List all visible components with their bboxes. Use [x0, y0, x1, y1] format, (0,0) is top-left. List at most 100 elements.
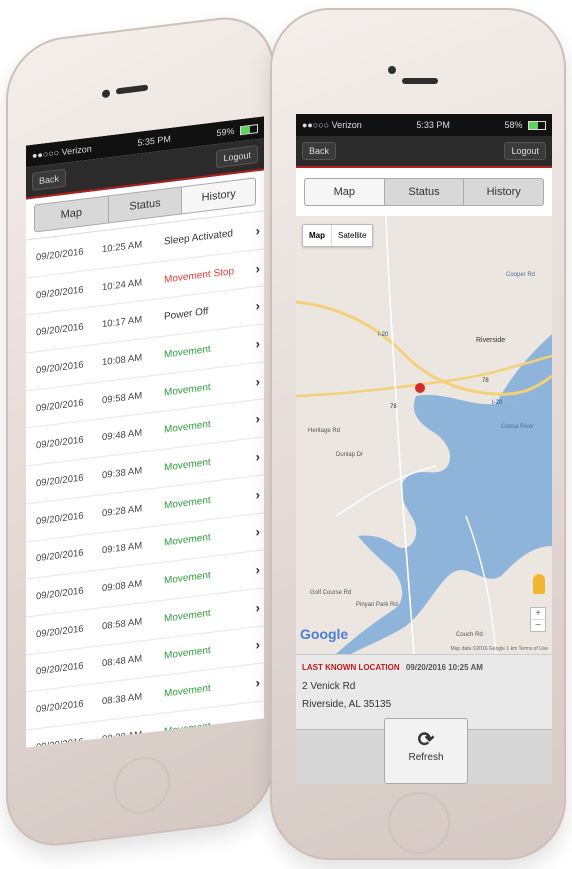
- status-bar: ●●○○○ Verizon 5:33 PM 58%: [296, 114, 552, 136]
- battery-percent: 58%: [504, 119, 523, 130]
- history-date: 09/20/2016: [36, 321, 84, 339]
- home-button[interactable]: [388, 792, 450, 854]
- history-time: 09:08 AM: [102, 578, 143, 595]
- zoom-out-button[interactable]: −: [531, 619, 545, 631]
- history-event: Sleep Activated: [164, 227, 233, 248]
- history-date: 09/20/2016: [36, 434, 84, 452]
- map-label-pinyan-park: Pinyan Park Rd: [356, 602, 398, 608]
- history-event: Movement: [164, 645, 211, 663]
- highway-shield-78: 78: [482, 378, 489, 384]
- battery-indicator: 59%: [216, 123, 258, 138]
- battery-icon: [239, 124, 258, 136]
- map-canvas: Riverside Coosa River Cooper Rd Dunlap D…: [296, 216, 552, 654]
- clock: 5:33 PM: [416, 120, 450, 130]
- location-marker[interactable]: [415, 383, 425, 393]
- chevron-right-icon: ›: [255, 335, 260, 352]
- battery-percent: 59%: [216, 125, 235, 139]
- logout-button[interactable]: Logout: [504, 142, 546, 160]
- history-time: 08:48 AM: [102, 653, 143, 670]
- history-event: Movement: [164, 419, 211, 436]
- history-event: Movement: [164, 607, 211, 625]
- tab-status[interactable]: Status: [385, 179, 465, 205]
- history-date: 09/20/2016: [36, 547, 84, 565]
- map-attribution[interactable]: Map data ©2016 Google 1 km Terms of Use: [450, 646, 548, 652]
- tab-status[interactable]: Status: [108, 187, 183, 223]
- chevron-right-icon: ›: [255, 674, 260, 691]
- history-date: 09/20/2016: [36, 736, 84, 748]
- zoom-control: + −: [530, 607, 546, 632]
- nav-bar: Back Logout: [296, 136, 552, 168]
- history-time: 08:38 AM: [102, 691, 143, 708]
- google-logo: Google: [300, 626, 349, 642]
- map-label-dunlap: Dunlap Dr: [336, 452, 363, 458]
- history-time: 10:08 AM: [102, 352, 143, 369]
- tab-history[interactable]: History: [464, 179, 543, 205]
- back-button[interactable]: Back: [302, 142, 337, 160]
- history-date: 09/20/2016: [36, 698, 84, 716]
- segmented-tabs: Map Status History: [304, 178, 544, 206]
- history-event: Movement: [164, 381, 211, 399]
- tab-history[interactable]: History: [182, 178, 256, 214]
- chevron-right-icon: ›: [255, 373, 260, 389]
- history-date: 09/20/2016: [36, 660, 84, 678]
- map-type-toggle: Map Satellite: [302, 224, 374, 247]
- tab-map[interactable]: Map: [305, 179, 385, 205]
- carrier: ●●○○○ Verizon: [32, 143, 92, 161]
- history-date: 09/20/2016: [36, 246, 84, 264]
- history-date: 09/20/2016: [36, 284, 84, 301]
- map-label-golf-course: Golf Course Rd: [310, 590, 351, 596]
- chevron-right-icon: ›: [255, 298, 260, 314]
- location-timestamp: 09/20/2016 10:25 AM: [405, 663, 483, 672]
- history-time: 09:28 AM: [102, 502, 143, 519]
- history-time: 09:38 AM: [102, 465, 143, 482]
- map-type-satellite-button[interactable]: Satellite: [332, 225, 372, 246]
- address-line-2: Riverside, AL 35135: [302, 699, 392, 710]
- zoom-in-button[interactable]: +: [531, 608, 545, 619]
- logout-button[interactable]: Logout: [216, 145, 258, 169]
- chevron-right-icon: ›: [255, 448, 260, 465]
- history-event: Movement: [164, 343, 211, 361]
- camera: [102, 89, 110, 99]
- history-date: 09/20/2016: [36, 510, 84, 527]
- history-time: 09:18 AM: [102, 540, 143, 557]
- history-date: 09/20/2016: [36, 359, 84, 377]
- street-view-pegman-icon[interactable]: [533, 574, 545, 594]
- back-button[interactable]: Back: [32, 168, 67, 191]
- history-event: Movement Stop: [164, 265, 235, 286]
- tab-map[interactable]: Map: [35, 196, 109, 232]
- speaker: [116, 84, 148, 95]
- map-label-riverside: Riverside: [476, 337, 505, 344]
- history-time: 10:24 AM: [102, 276, 143, 293]
- map-label-heritage: Heritage Rd: [308, 428, 340, 434]
- history-event: Movement: [164, 532, 211, 549]
- history-event: Movement: [164, 456, 211, 474]
- home-button[interactable]: [114, 753, 170, 817]
- refresh-button[interactable]: ⟳ Refresh: [384, 718, 468, 784]
- battery-indicator: 58%: [504, 119, 546, 131]
- address-line-1: 2 Venick Rd: [302, 681, 356, 692]
- footer-bar: ⟳ Refresh: [296, 718, 552, 784]
- right-phone: ●●○○○ Verizon 5:33 PM 58% Back Logout Ma…: [270, 8, 566, 860]
- history-time: 09:48 AM: [102, 427, 143, 444]
- highway-shield-i20: I-20: [378, 332, 389, 338]
- battery-icon: [527, 121, 546, 131]
- map-view[interactable]: Riverside Coosa River Cooper Rd Dunlap D…: [296, 216, 552, 654]
- location-heading: LAST KNOWN LOCATION 09/20/2016 10:25 AM: [302, 663, 552, 672]
- map-type-map-button[interactable]: Map: [303, 225, 332, 246]
- map-label-coosa: Coosa River: [501, 424, 534, 430]
- history-event: Power Off: [164, 306, 209, 323]
- history-list: 09/20/2016 10:25 AM Sleep Activated › 09/20/…: [26, 210, 264, 748]
- history-time: 10:17 AM: [102, 314, 143, 331]
- history-date: 09/20/2016: [36, 585, 84, 603]
- chevron-right-icon: ›: [255, 524, 260, 540]
- history-event: Movement: [164, 720, 211, 738]
- history-time: 08:58 AM: [102, 616, 143, 632]
- chevron-right-icon: ›: [255, 486, 260, 503]
- history-time: 09:58 AM: [102, 389, 143, 406]
- history-time: 10:25 AM: [102, 239, 143, 256]
- map-screen: ●●○○○ Verizon 5:33 PM 58% Back Logout Ma…: [296, 114, 552, 784]
- chevron-right-icon: ›: [255, 599, 260, 616]
- map-label-couch: Couch Rd: [456, 632, 483, 638]
- left-phone: ●●○○○ Verizon 5:35 PM 59% Back Logout Ma…: [6, 11, 274, 852]
- chevron-right-icon: ›: [255, 411, 260, 427]
